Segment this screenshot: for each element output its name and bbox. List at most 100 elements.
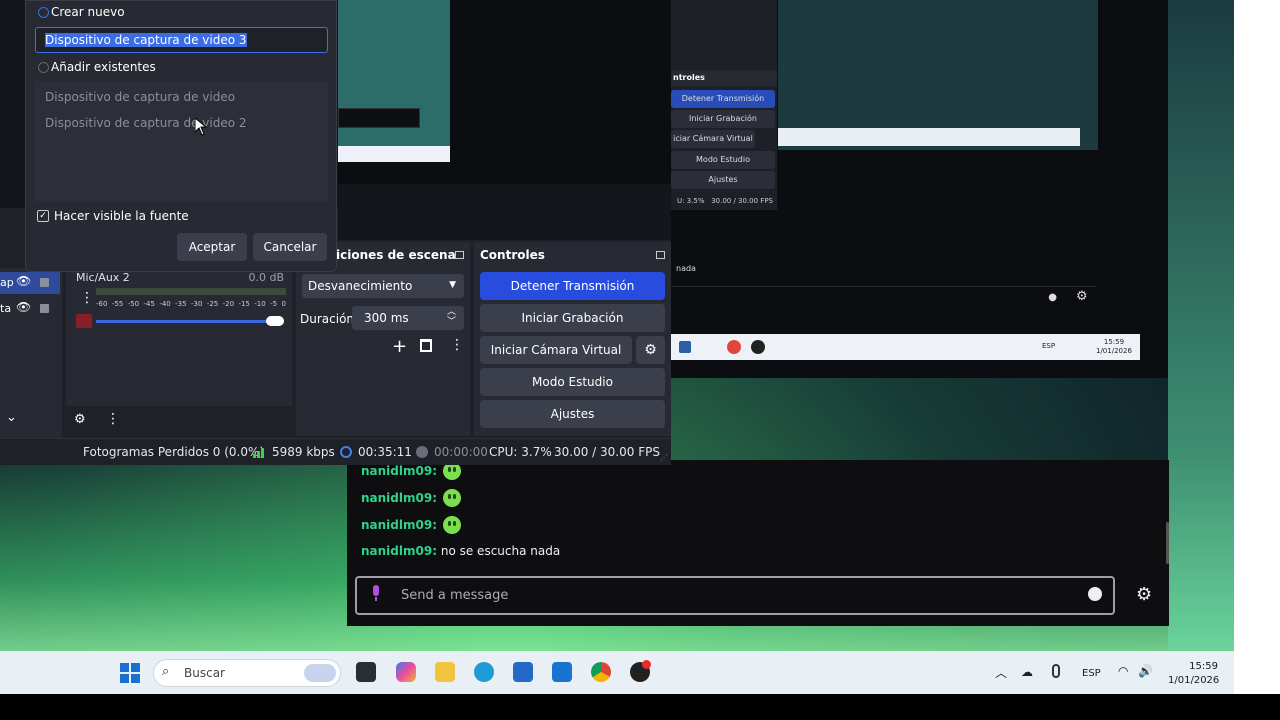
accept-button[interactable]: Aceptar — [177, 233, 247, 261]
outlook-icon[interactable] — [552, 662, 572, 682]
onedrive-icon[interactable]: ☁ — [1021, 665, 1033, 679]
preview-btn-0: Detener Transmisión — [671, 90, 775, 108]
screen-edge — [1234, 0, 1280, 694]
preview-btn-4: Ajustes — [671, 171, 775, 189]
preview-cpu: U: 3.5% 30.00 / 30.00 FPS — [677, 197, 773, 205]
preview-btn-1: Iniciar Grabación — [671, 110, 775, 128]
chat-placeholder: Send a message — [401, 588, 509, 603]
stream-live-icon — [340, 446, 352, 458]
tray-clock[interactable]: 15:59 1/01/2026 — [1168, 660, 1219, 688]
emoji-icon[interactable] — [1088, 587, 1102, 601]
trash-icon[interactable] — [420, 339, 432, 352]
record-dot-icon — [416, 446, 428, 458]
obs-canvas-image — [338, 0, 450, 162]
chat-input[interactable]: Send a message — [355, 576, 1115, 615]
duration-label: Duración — [300, 312, 355, 326]
chat-scrollbar[interactable] — [1166, 522, 1169, 564]
tray-chevron-up-icon[interactable]: ︿ — [995, 664, 1007, 681]
stop-stream-button[interactable]: Detener Transmisión — [480, 272, 665, 300]
preview-emoji-icon: ● — [1048, 292, 1057, 303]
transition-select[interactable]: Desvanecimiento ▼ — [302, 274, 464, 298]
taskbar-search-box[interactable]: ⌕ Buscar — [153, 659, 341, 687]
terminal-app-icon[interactable] — [356, 662, 376, 682]
add-existing-label: Añadir existentes — [51, 60, 156, 74]
file-explorer-icon[interactable] — [435, 662, 455, 682]
edge-browser-icon[interactable] — [474, 662, 494, 682]
meter-scale: -60 -55 -50 -45 -40 -35 -30 -25 -20 -15 -10 -5 0 — [96, 300, 286, 308]
preview-obs-icon — [751, 340, 765, 354]
background-right-strip — [1168, 0, 1240, 650]
settings-button[interactable]: Ajustes — [480, 400, 665, 428]
obs-canvas-taskbar — [338, 146, 450, 162]
popout-icon[interactable] — [455, 251, 464, 259]
create-new-label: Crear nuevo — [51, 5, 125, 19]
mute-speaker-icon[interactable] — [76, 314, 92, 328]
fps: 30.00 / 30.00 FPS — [554, 445, 660, 459]
cancel-button[interactable]: Cancelar — [253, 233, 327, 261]
preview-taskbar: ESP 15:59 1/01/2026 — [671, 334, 1140, 360]
mixer-settings-gear-icon[interactable]: ⚙ — [74, 412, 86, 427]
studio-mode-button[interactable]: Modo Estudio — [480, 368, 665, 396]
sources-panel: ap 👁 ta 👁 ⌄ — [0, 268, 62, 438]
signal-bars-icon — [253, 446, 267, 461]
ms-store-icon[interactable] — [513, 662, 533, 682]
preview-chat-snippet: nada — [676, 264, 696, 273]
list-item[interactable]: Dispositivo de captura de video 2 — [45, 116, 247, 130]
recording-badge-icon — [642, 660, 651, 669]
mixer-menu-icon[interactable]: ⋮ — [80, 290, 94, 306]
chat-settings-gear-icon[interactable]: ⚙ — [1136, 584, 1152, 605]
preview-btn-2: iciar Cámara Virtual — [671, 130, 755, 148]
volume-slider[interactable] — [96, 320, 284, 323]
tray-language[interactable]: ESP — [1082, 668, 1101, 679]
transition-more-icon[interactable]: ⋮ — [450, 337, 464, 353]
chevron-down-icon[interactable]: ⌄ — [6, 410, 17, 425]
lock-icon[interactable] — [40, 304, 49, 313]
microphone-tray-icon[interactable] — [1052, 664, 1060, 678]
chrome-icon[interactable] — [591, 662, 611, 682]
status-bar: Fotogramas Perdidos 0 (0.0%) 5989 kbps 0… — [0, 438, 671, 465]
add-transition-icon[interactable]: + — [392, 336, 407, 357]
start-virtual-cam-button[interactable]: Iniciar Cámara Virtual — [480, 336, 632, 364]
preview-clock: 15:59 1/01/2026 — [1096, 338, 1132, 355]
preview-gear-icon: ⚙ — [1076, 289, 1088, 304]
preview-nested-taskbar — [778, 128, 1080, 146]
preview-obs-controls: ntroles Detener Transmisión Iniciar Grab… — [671, 0, 777, 210]
chat-message: nanidlm09: — [361, 489, 462, 507]
create-new-radio[interactable] — [38, 7, 49, 18]
copilot-app-icon[interactable] — [396, 662, 416, 682]
preview-store-icon — [679, 341, 691, 353]
slime-emote-icon — [443, 516, 462, 534]
preview-lang: ESP — [1042, 342, 1056, 350]
eye-icon[interactable]: 👁 — [16, 300, 31, 314]
stream-time: 00:35:11 — [358, 445, 412, 459]
windows-start-icon[interactable] — [120, 663, 140, 686]
duration-stepper[interactable]: 300 ms ︿ ﹀ — [352, 306, 464, 330]
preview-btn-3: Modo Estudio — [671, 151, 775, 169]
source-name-input[interactable]: Dispositivo de captura de video 3 — [35, 27, 328, 53]
add-existing-radio[interactable] — [38, 62, 49, 73]
volume-meter — [96, 288, 286, 295]
mixer-more-icon[interactable]: ⋮ — [106, 411, 120, 427]
speaker-icon[interactable]: 🔊 — [1138, 664, 1153, 678]
stepper-arrows-icon[interactable]: ︿ ﹀ — [447, 307, 456, 327]
lock-icon[interactable] — [40, 278, 49, 287]
search-icon: ⌕ — [162, 664, 170, 679]
chevron-down-icon: ▼ — [449, 280, 456, 290]
list-item[interactable]: Dispositivo de captura de video — [45, 90, 235, 104]
make-visible-checkbox[interactable]: ✓ — [37, 210, 49, 222]
popout-icon[interactable] — [656, 251, 665, 259]
preview-chat-input: ● — [671, 286, 1097, 308]
search-placeholder: Buscar — [184, 666, 225, 680]
volume-slider-handle[interactable] — [266, 316, 284, 326]
resize-grip-icon[interactable]: ⋰ — [660, 453, 668, 462]
mouse-cursor-icon — [194, 116, 208, 139]
screen-bottom-border — [0, 694, 1280, 720]
source-item[interactable]: ta 👁 — [0, 298, 60, 320]
start-recording-button[interactable]: Iniciar Grabación — [480, 304, 665, 332]
virtual-cam-settings-gear-icon[interactable]: ⚙ — [636, 336, 665, 364]
bitrate: 5989 kbps — [272, 445, 335, 459]
eye-icon[interactable]: 👁 — [16, 274, 31, 288]
microphone-icon[interactable] — [371, 585, 381, 602]
source-item[interactable]: ap 👁 — [0, 272, 60, 294]
wifi-icon[interactable]: ◠ — [1118, 664, 1128, 678]
